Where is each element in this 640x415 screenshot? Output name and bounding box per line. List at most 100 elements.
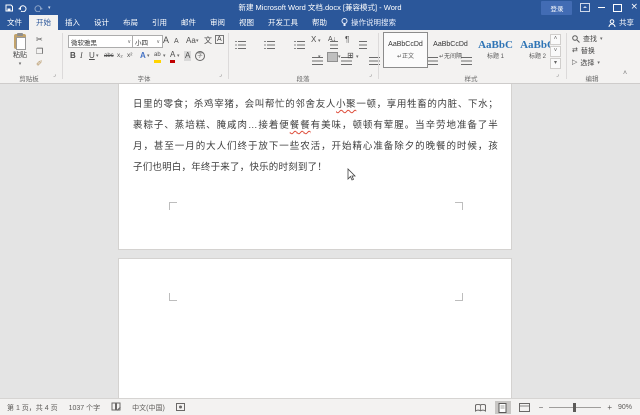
character-shading-icon[interactable]: A: [184, 51, 191, 61]
document-canvas[interactable]: 日里的零食；杀鸡宰猪，会叫帮忙的邻舍友人小聚一顿，享用牲畜的内脏、下水； 裹粽子…: [0, 84, 640, 398]
highlight-color-icon[interactable]: ab: [154, 50, 161, 63]
clipboard-dialog-launcher-icon[interactable]: ⌟: [53, 72, 56, 78]
page-1[interactable]: 日里的零食；杀鸡宰猪，会叫帮忙的邻舍友人小聚一顿，享用牲畜的内脏、下水； 裹粽子…: [118, 84, 512, 250]
style-preview: AaBbC: [478, 41, 513, 49]
paragraph-dialog-launcher-icon[interactable]: ⌟: [369, 72, 372, 78]
show-marks-icon[interactable]: ¶: [345, 35, 349, 45]
style-heading-1[interactable]: AaBbC 标题 1: [474, 33, 517, 67]
character-border-icon[interactable]: A: [215, 35, 224, 44]
styles-more-icon[interactable]: ▾: [550, 58, 561, 69]
zoom-out-icon[interactable]: −: [539, 403, 544, 412]
paste-clipboard-icon: [14, 34, 26, 49]
tab-insert[interactable]: 插入: [58, 15, 87, 30]
styles-dialog-launcher-icon[interactable]: ⌟: [556, 72, 559, 78]
cut-icon[interactable]: ✂: [36, 35, 43, 45]
tab-mailings[interactable]: 邮件: [174, 15, 203, 30]
close-icon[interactable]: ×: [630, 0, 638, 15]
doc-line-0[interactable]: 日里的零食；杀鸡宰猪，会叫帮忙的邻舍友人小聚一顿，享用牲畜的内脏、下水；: [133, 94, 498, 115]
change-case-icon[interactable]: Aa: [186, 36, 196, 46]
tab-help[interactable]: 帮助: [305, 15, 334, 30]
subscript-button[interactable]: x₂: [117, 51, 123, 61]
text-effects-icon[interactable]: A: [140, 51, 146, 61]
styles-scroll-up-icon[interactable]: ˄: [550, 34, 561, 45]
tab-references[interactable]: 引用: [145, 15, 174, 30]
sort-icon[interactable]: A↓: [328, 35, 336, 45]
asian-layout-icon[interactable]: X: [311, 35, 316, 45]
italic-button[interactable]: I: [80, 51, 83, 61]
doc-line-2[interactable]: 月，甚至一月的大人们终于放下一些农活，开始精心准备除夕的晚餐的时候，孩: [133, 136, 498, 157]
tab-review[interactable]: 审阅: [203, 15, 232, 30]
lightbulb-icon: [341, 18, 348, 27]
style-no-spacing[interactable]: AaBbCcDd ↵无间隔: [429, 33, 472, 67]
font-dialog-launcher-icon[interactable]: ⌟: [219, 72, 222, 78]
phonetic-guide-icon[interactable]: 文: [204, 36, 212, 46]
doc-line-1[interactable]: 裹粽子、蒸培糕、腌咸肉…接着便餐餐有美味，顿顿有荤腥。当辛劳地准备了半: [133, 115, 498, 136]
word-window: ▾ 新建 Microsoft Word 文档.docx [兼容模式] - Wor…: [0, 0, 640, 415]
styles-scroll-down-icon[interactable]: ˅: [550, 46, 561, 57]
tab-design[interactable]: 设计: [87, 15, 116, 30]
maximize-icon[interactable]: [613, 4, 622, 12]
paste-caret-icon: ▾: [19, 61, 22, 67]
proofing-status-icon[interactable]: [111, 402, 121, 413]
font-group-label: 字体: [64, 73, 224, 83]
word-count-status[interactable]: 1037 个字: [69, 403, 101, 413]
margin-corner-mark: [455, 293, 463, 301]
shading-icon[interactable]: [327, 52, 338, 62]
page-number-status[interactable]: 第 1 页，共 4 页: [7, 403, 58, 413]
web-layout-button[interactable]: [517, 401, 533, 414]
font-color-icon[interactable]: A: [170, 50, 175, 63]
search-icon: [572, 35, 580, 43]
share-button[interactable]: 共享: [608, 15, 634, 30]
font-size-combo[interactable]: 小四 ∨: [132, 35, 163, 48]
zoom-level[interactable]: 90%: [618, 404, 632, 411]
style-preview: AaBbCcDd: [388, 41, 423, 49]
select-button[interactable]: ▷ 选择 ▾: [572, 58, 600, 68]
style-name: ↵无间隔: [439, 51, 462, 60]
bullets-icon[interactable]: [235, 40, 246, 49]
zoom-slider[interactable]: [549, 407, 601, 408]
multilevel-list-icon[interactable]: [294, 40, 305, 49]
font-name-combo[interactable]: 微软雅黑 ∨: [68, 35, 134, 48]
tab-home[interactable]: 开始: [29, 15, 58, 30]
doc-line-3[interactable]: 子们也明白，年终于来了，快乐的时刻到了！: [133, 157, 498, 178]
superscript-button[interactable]: x²: [127, 51, 132, 61]
read-mode-button[interactable]: [473, 401, 489, 414]
enclose-characters-icon[interactable]: 字: [195, 51, 205, 61]
replace-button[interactable]: ⇄ 替换: [572, 46, 595, 56]
copy-icon[interactable]: ❐: [36, 47, 43, 57]
editing-group-label: 编辑: [566, 73, 618, 83]
zoom-in-icon[interactable]: +: [607, 403, 612, 412]
paste-button[interactable]: 粘贴 ▾: [7, 34, 33, 76]
tab-file[interactable]: 文件: [0, 15, 29, 30]
format-painter-icon[interactable]: ✐: [36, 59, 43, 69]
numbering-icon[interactable]: [264, 40, 275, 49]
style-normal[interactable]: AaBbCcDd ↵正文: [384, 33, 427, 67]
collapse-ribbon-icon[interactable]: ˄: [623, 70, 627, 77]
find-caret-icon: ▾: [600, 36, 603, 42]
margin-corner-mark: [169, 202, 177, 210]
page-2[interactable]: [118, 258, 512, 398]
ribbon-display-options-icon[interactable]: [580, 3, 590, 12]
status-left: 第 1 页，共 4 页 1037 个字 中文(中国): [0, 402, 185, 413]
borders-icon[interactable]: ⊞: [347, 51, 354, 61]
print-layout-button[interactable]: [495, 401, 511, 414]
tab-developer[interactable]: 开发工具: [261, 15, 305, 30]
minimize-icon[interactable]: [598, 7, 605, 8]
document-text[interactable]: 日里的零食；杀鸡宰猪，会叫帮忙的邻舍友人小聚一顿，享用牲畜的内脏、下水； 裹粽子…: [133, 94, 498, 178]
grow-font-icon[interactable]: A: [163, 35, 169, 45]
zoom-slider-thumb[interactable]: [573, 403, 576, 412]
tab-layout[interactable]: 布局: [116, 15, 145, 30]
sign-in-button[interactable]: 登录: [541, 1, 572, 15]
underline-button[interactable]: U: [89, 51, 95, 61]
tab-view[interactable]: 视图: [232, 15, 261, 30]
language-status[interactable]: 中文(中国): [132, 403, 165, 413]
tell-me-search[interactable]: 操作说明搜索: [334, 15, 403, 30]
select-label: 选择: [580, 58, 594, 68]
strikethrough-button[interactable]: abc: [104, 51, 114, 61]
macro-record-icon[interactable]: [176, 403, 185, 413]
find-button[interactable]: 查找 ▾: [572, 34, 603, 44]
increase-indent-icon[interactable]: [356, 40, 367, 49]
bold-button[interactable]: B: [70, 51, 76, 61]
group-separator: [378, 33, 379, 79]
shrink-font-icon[interactable]: A: [174, 37, 179, 47]
